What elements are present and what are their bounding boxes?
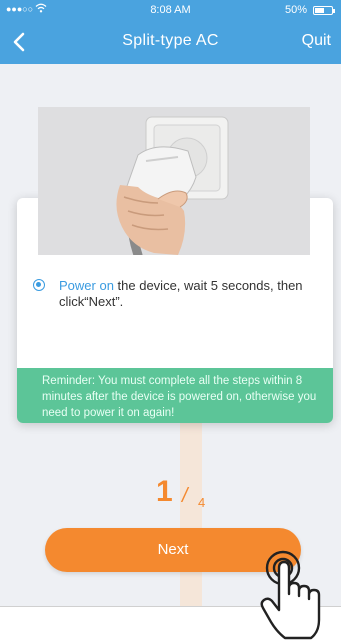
- battery-percentage: 50%: [284, 4, 307, 16]
- battery-icon: [313, 6, 335, 15]
- app-screen: ●●●○○ 8:08 AM 50% Split-type AC Quit Pow…: [0, 0, 341, 606]
- tap-hand-icon: [260, 550, 321, 640]
- instruction-option[interactable]: Power on the device, wait 5 seconds, the…: [33, 278, 323, 310]
- page-title: Split-type AC: [122, 32, 219, 49]
- step-current: 1: [156, 475, 173, 508]
- status-bar: ●●●○○ 8:08 AM 50%: [0, 0, 341, 20]
- radio-selected-icon[interactable]: [33, 279, 45, 291]
- step-indicator: 1 / 4: [156, 475, 236, 515]
- plug-in-hand-image: [38, 107, 310, 255]
- step-separator: /: [182, 485, 188, 507]
- reminder-banner: Reminder: You must complete all the step…: [17, 368, 333, 423]
- step-total: 4: [198, 495, 206, 510]
- instruction-highlight: Power on: [59, 278, 114, 293]
- navigation-bar: Split-type AC Quit: [0, 20, 341, 64]
- power-plug-illustration: [38, 107, 310, 255]
- quit-button[interactable]: Quit: [302, 32, 331, 50]
- instruction-text: Power on the device, wait 5 seconds, the…: [59, 278, 323, 310]
